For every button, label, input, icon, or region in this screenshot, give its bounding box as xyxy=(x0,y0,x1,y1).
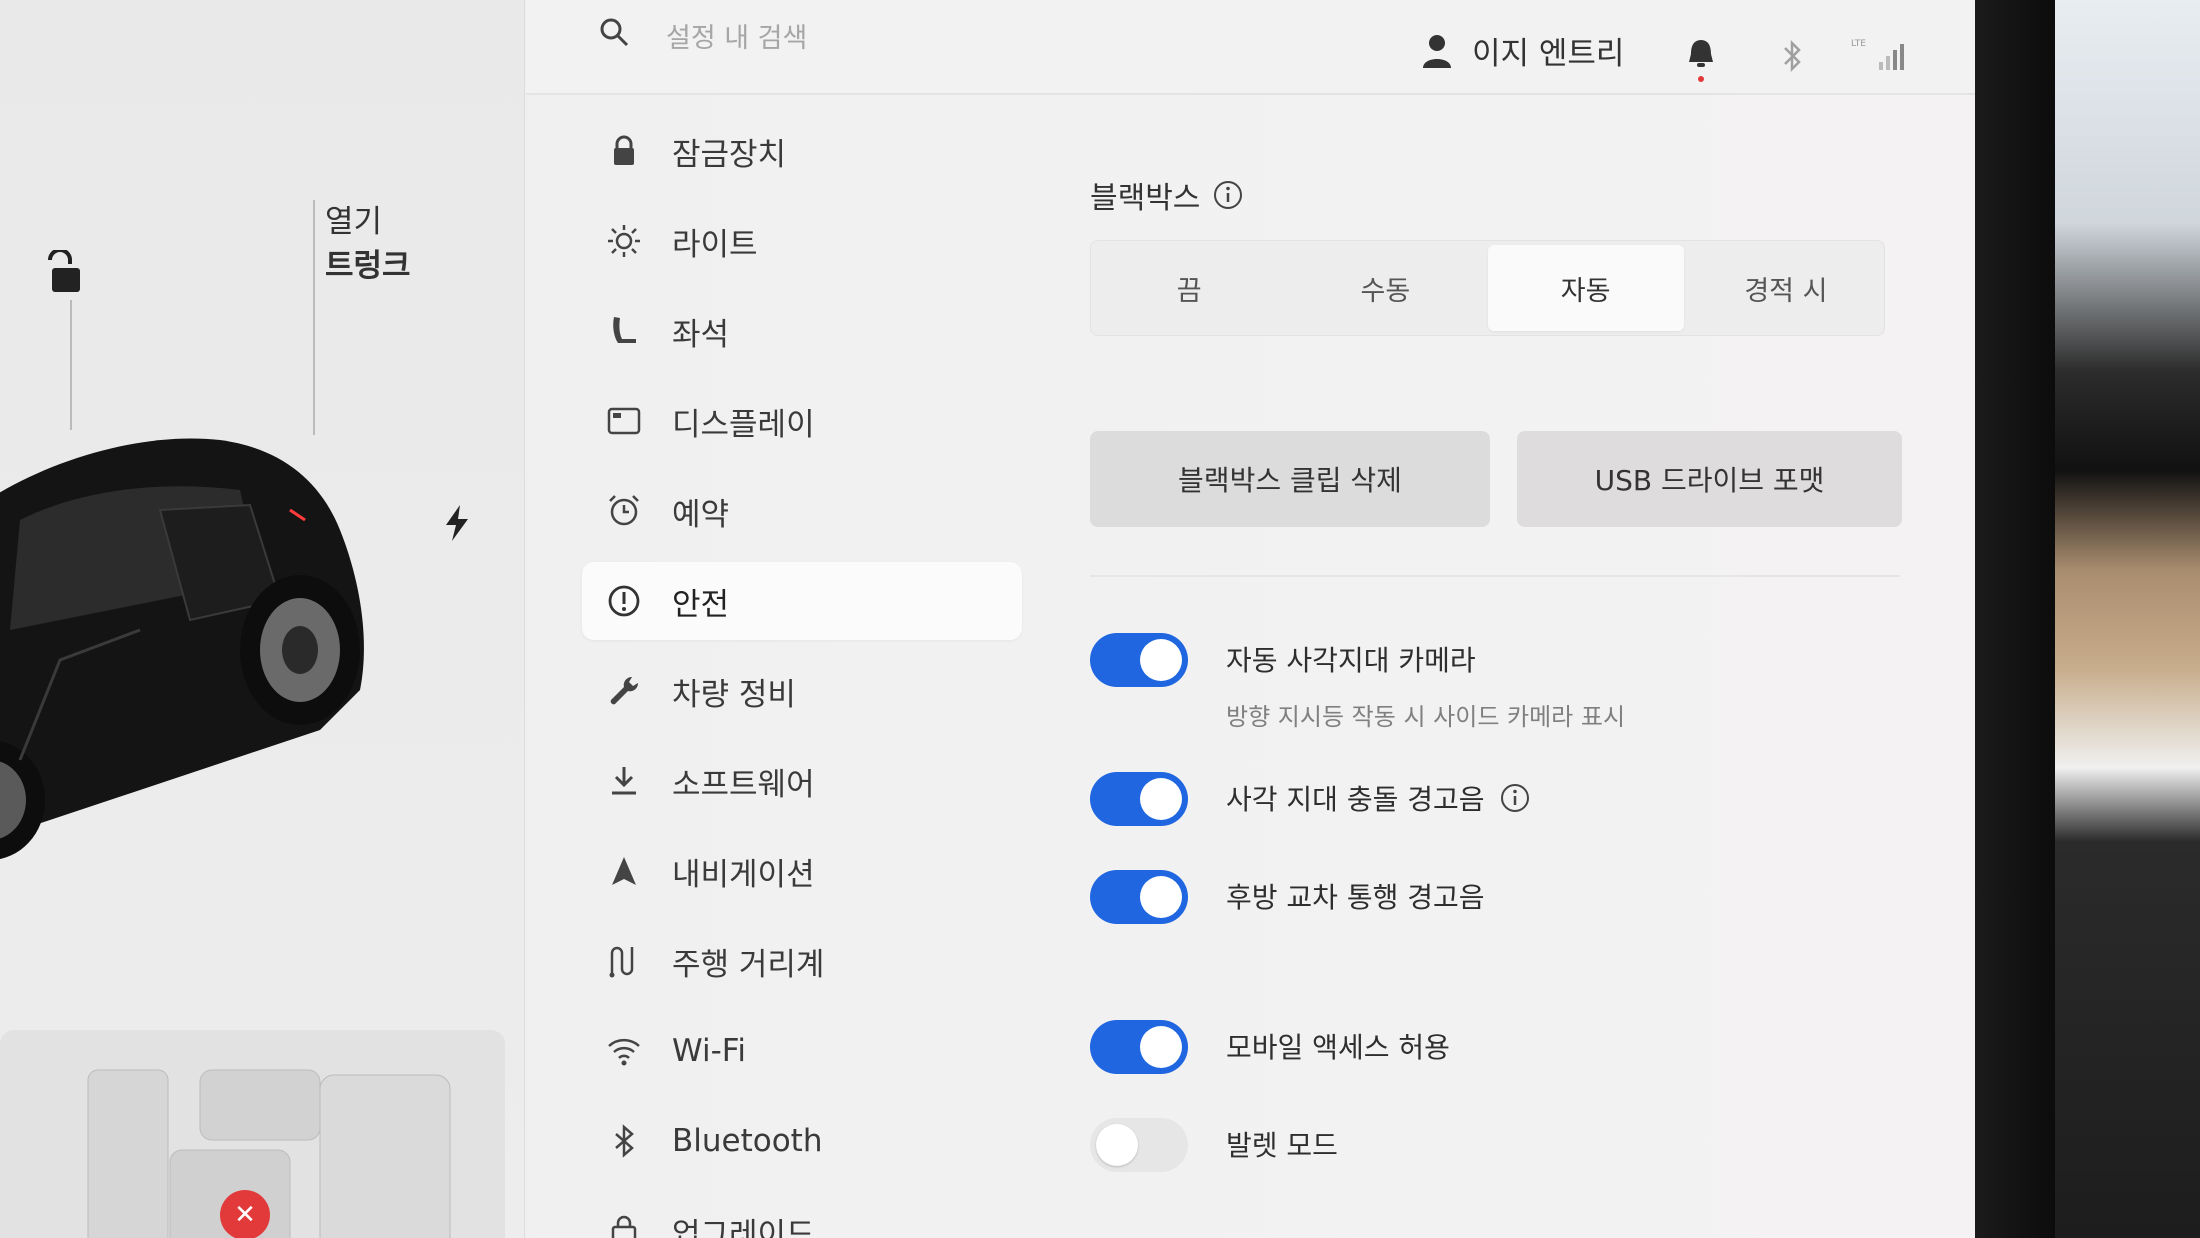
car-panel: 열기 트렁크 ✕ xyxy=(0,0,525,1238)
nav-label: 안전 xyxy=(672,586,730,623)
search-icon[interactable] xyxy=(598,16,630,48)
toggle-label: 사각 지대 충돌 경고음 xyxy=(1226,783,1485,816)
toggle-knob xyxy=(1140,778,1182,820)
nav-label: 업그레이드 xyxy=(672,1216,815,1238)
bluetooth-status-icon[interactable] xyxy=(1779,38,1805,74)
trunk-open-control[interactable]: 열기 트렁크 xyxy=(325,200,411,288)
notification-bell-icon[interactable] xyxy=(1686,36,1716,84)
mobile-access-toggle[interactable] xyxy=(1090,1020,1188,1074)
nav-item-safety[interactable]: 안전 xyxy=(582,562,1022,640)
auto-blind-spot-camera-toggle[interactable] xyxy=(1090,633,1188,687)
settings-search-input[interactable] xyxy=(666,18,1166,58)
navigation-icon xyxy=(612,857,636,885)
alarm-clock-icon xyxy=(609,495,639,526)
divider xyxy=(1090,575,1900,577)
charge-port-icon[interactable] xyxy=(444,505,470,541)
safety-settings-panel: 블랙박스 끔 수동 자동 경적 시 블랙박스 클립 삭제 USB 드라이브 포맷… xyxy=(1090,170,1920,1172)
nav-label: 차량 정비 xyxy=(672,676,796,713)
person-icon xyxy=(1423,34,1451,68)
toggle-label-row: 사각 지대 충돌 경고음 xyxy=(1226,778,1531,818)
nav-label: Wi-Fi xyxy=(672,1033,746,1069)
seat-icon xyxy=(613,317,636,343)
toggle-knob xyxy=(1096,1124,1138,1166)
toggle-knob xyxy=(1140,1026,1182,1068)
delete-dashcam-clips-button[interactable]: 블랙박스 클립 삭제 xyxy=(1090,431,1490,527)
format-usb-button[interactable]: USB 드라이브 포맷 xyxy=(1517,431,1902,527)
toggle-knob xyxy=(1140,876,1182,918)
nav-label: 소프트웨어 xyxy=(672,766,815,803)
nav-item-upgrades[interactable]: 업그레이드 xyxy=(582,1192,1022,1238)
nav-label: 라이트 xyxy=(672,226,758,263)
nav-label: 좌석 xyxy=(672,316,730,353)
nav-label: 내비게이션 xyxy=(672,856,815,893)
toggle-label: 모바일 액세스 허용 xyxy=(1226,1031,1450,1064)
lte-signal-icon: LTE xyxy=(1851,39,1904,70)
nav-item-navigation[interactable]: 내비게이션 xyxy=(582,832,1022,910)
nav-item-lights[interactable]: 라이트 xyxy=(582,202,1022,280)
dashcam-option-on-honk[interactable]: 경적 시 xyxy=(1688,241,1884,335)
upgrade-icon xyxy=(611,1215,637,1238)
dashcam-mode-selector: 끔 수동 자동 경적 시 xyxy=(1090,240,1885,336)
toggle-row-mobile-access: 모바일 액세스 허용 xyxy=(1090,1020,1450,1074)
dashcam-option-auto[interactable]: 자동 xyxy=(1487,245,1684,331)
dashcam-section-title: 블랙박스 xyxy=(1090,170,1920,220)
wifi-icon xyxy=(608,1038,640,1066)
nav-label: 잠금장치 xyxy=(672,136,787,173)
nav-item-bluetooth[interactable]: Bluetooth xyxy=(582,1102,1022,1180)
dashcam-title: 블랙박스 xyxy=(1090,181,1201,216)
nav-item-software[interactable]: 소프트웨어 xyxy=(582,742,1022,820)
nav-item-locks[interactable]: 잠금장치 xyxy=(582,112,1022,190)
dashcam-actions: 블랙박스 클립 삭제 USB 드라이브 포맷 xyxy=(1090,431,1920,527)
rear-cross-traffic-chime-toggle[interactable] xyxy=(1090,870,1188,924)
blind-spot-chime-toggle[interactable] xyxy=(1090,772,1188,826)
nav-item-wifi[interactable]: Wi-Fi xyxy=(582,1012,1022,1090)
valet-mode-toggle[interactable] xyxy=(1090,1118,1188,1172)
nav-item-display[interactable]: 디스플레이 xyxy=(582,382,1022,460)
screen-bezel xyxy=(1975,0,2055,1238)
trunk-connector-line xyxy=(313,200,315,435)
settings-nav: 잠금장치 라이트 좌석 디스플레이 예약 안전 차량 정비 소프트웨어 내비게이… xyxy=(582,112,1022,1238)
nav-label: Bluetooth xyxy=(672,1123,823,1159)
nav-item-schedule[interactable]: 예약 xyxy=(582,472,1022,550)
car-image xyxy=(0,438,364,859)
nav-label: 주행 거리계 xyxy=(672,946,825,983)
trunk-open-label: 열기 xyxy=(325,204,383,240)
toggle-description: 방향 지시등 작동 시 사이드 카메라 표시 xyxy=(1226,703,1626,731)
profile-name: 이지 엔트리 xyxy=(1472,36,1625,72)
driver-profile[interactable]: 이지 엔트리 xyxy=(1422,28,1624,73)
trunk-label: 트렁크 xyxy=(325,248,411,284)
download-icon xyxy=(612,767,636,795)
nav-label: 예약 xyxy=(672,496,730,533)
trips-icon xyxy=(609,946,634,978)
dashcam-option-manual[interactable]: 수동 xyxy=(1287,241,1483,335)
toggle-row-auto-blind-spot-camera: 자동 사각지대 카메라 방향 지시등 작동 시 사이드 카메라 표시 xyxy=(1090,633,1625,732)
toggle-label: 발렛 모드 xyxy=(1226,1129,1338,1162)
bluetooth-icon xyxy=(615,1124,634,1158)
wrench-icon xyxy=(610,676,639,705)
lock-icon xyxy=(614,135,634,165)
lte-label: LTE xyxy=(1851,39,1866,49)
display-icon xyxy=(607,407,641,435)
light-icon xyxy=(608,225,640,257)
dashcam-option-off[interactable]: 끔 xyxy=(1091,241,1287,335)
info-icon[interactable] xyxy=(1499,782,1531,814)
seatbelt-warning-icon: ✕ xyxy=(220,1190,270,1238)
toggle-label: 후방 교차 통행 경고음 xyxy=(1226,881,1485,914)
nav-item-seats[interactable]: 좌석 xyxy=(582,292,1022,370)
toggle-row-rear-cross-traffic-chime: 후방 교차 통행 경고음 xyxy=(1090,870,1485,924)
toggle-row-blind-spot-chime: 사각 지대 충돌 경고음 xyxy=(1090,772,1531,826)
lock-connector-line xyxy=(70,300,72,430)
toggle-label: 자동 사각지대 카메라 xyxy=(1226,644,1476,677)
toggle-knob xyxy=(1140,639,1182,681)
touchscreen: 열기 트렁크 ✕ 설정 내 검색 이지 엔트리 LTE 잠금장치 라이트 좌석 … xyxy=(0,0,1975,1238)
nav-item-trips[interactable]: 주행 거리계 xyxy=(582,922,1022,1000)
info-icon[interactable] xyxy=(1212,179,1244,211)
car-interior-background xyxy=(2055,0,2200,1238)
nav-label: 디스플레이 xyxy=(672,406,815,443)
nav-item-service[interactable]: 차량 정비 xyxy=(582,652,1022,730)
top-bar: 이지 엔트리 LTE xyxy=(526,0,1975,95)
unlocked-lock-icon[interactable] xyxy=(40,250,88,298)
safety-icon xyxy=(608,585,640,617)
toggle-row-valet-mode: 발렛 모드 xyxy=(1090,1118,1338,1172)
